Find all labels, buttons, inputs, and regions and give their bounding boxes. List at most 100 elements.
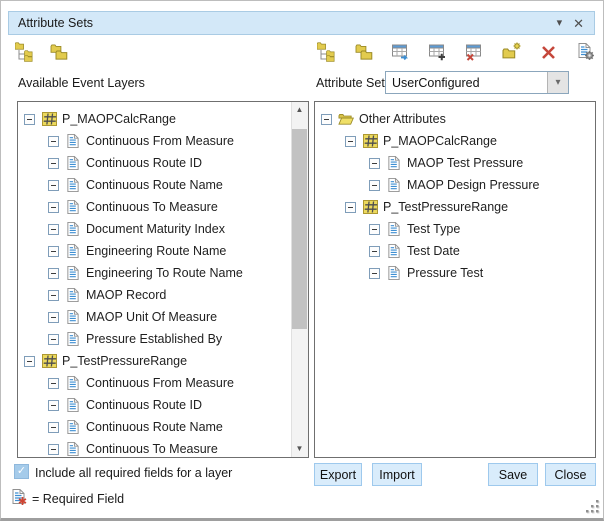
- dropdown-arrow-icon[interactable]: ▾: [547, 72, 568, 93]
- tree-item[interactable]: Continuous From Measure: [18, 372, 291, 394]
- folders-icon[interactable]: [354, 42, 374, 62]
- folder-new-icon[interactable]: [502, 42, 522, 62]
- tree-item[interactable]: Continuous From Measure: [18, 130, 291, 152]
- close-icon[interactable]: ✕: [573, 17, 584, 30]
- collapse-expander-icon[interactable]: [48, 224, 59, 235]
- collapse-expander-icon[interactable]: [369, 224, 380, 235]
- titlebar-controls: ▾ ✕: [557, 17, 594, 30]
- available-event-layers-label: Available Event Layers: [18, 76, 145, 90]
- tree-item-label[interactable]: Continuous Route ID: [86, 156, 202, 170]
- tree-item-label[interactable]: Test Date: [407, 244, 460, 258]
- titlebar[interactable]: Attribute Sets ▾ ✕: [8, 11, 595, 35]
- collapse-expander-icon[interactable]: [369, 158, 380, 169]
- tree-item[interactable]: P_TestPressureRange: [315, 196, 595, 218]
- table-export-icon[interactable]: [391, 42, 411, 62]
- scrollbar-thumb[interactable]: [292, 129, 307, 329]
- tree-item[interactable]: Other Attributes: [315, 108, 595, 130]
- collapse-expander-icon[interactable]: [369, 268, 380, 279]
- table-delete-icon[interactable]: [465, 42, 485, 62]
- tree-item-label[interactable]: Pressure Established By: [86, 332, 222, 346]
- include-required-fields-checkbox[interactable]: ✓: [14, 464, 29, 479]
- table-add-icon[interactable]: [428, 42, 448, 62]
- collapse-expander-icon[interactable]: [48, 378, 59, 389]
- collapse-expander-icon[interactable]: [48, 334, 59, 345]
- tree-item-label[interactable]: Continuous To Measure: [86, 442, 218, 456]
- collapse-expander-icon[interactable]: [48, 202, 59, 213]
- tree-item[interactable]: P_MAOPCalcRange: [18, 108, 291, 130]
- tree-item[interactable]: Continuous To Measure: [18, 438, 291, 458]
- tree-item[interactable]: Engineering Route Name: [18, 240, 291, 262]
- collapse-expander-icon[interactable]: [48, 246, 59, 257]
- tree-item-label[interactable]: P_TestPressureRange: [62, 354, 187, 368]
- tree-item[interactable]: P_MAOPCalcRange: [315, 130, 595, 152]
- attribute-set-dropdown[interactable]: UserConfigured ▾: [385, 71, 569, 94]
- folders-icon[interactable]: [49, 42, 69, 62]
- available-layers-panel: P_MAOPCalcRange Continuous From Measure Co…: [17, 101, 309, 458]
- tree-item[interactable]: Continuous To Measure: [18, 196, 291, 218]
- tree-item[interactable]: MAOP Design Pressure: [315, 174, 595, 196]
- tree-item-label[interactable]: Document Maturity Index: [86, 222, 225, 236]
- tree-item-label[interactable]: Continuous Route ID: [86, 398, 202, 412]
- tree-item-label[interactable]: MAOP Design Pressure: [407, 178, 539, 192]
- collapse-expander-icon[interactable]: [345, 202, 356, 213]
- tree-item-label[interactable]: P_TestPressureRange: [383, 200, 508, 214]
- tree-item[interactable]: Pressure Test: [315, 262, 595, 284]
- collapse-expander-icon[interactable]: [24, 114, 35, 125]
- export-button[interactable]: Export: [314, 463, 362, 486]
- tree-item-label[interactable]: Engineering Route Name: [86, 244, 226, 258]
- collapse-expander-icon[interactable]: [48, 400, 59, 411]
- collapse-icon[interactable]: ▾: [557, 18, 563, 29]
- tree-item-label[interactable]: MAOP Test Pressure: [407, 156, 523, 170]
- scrollbar[interactable]: ▲ ▼: [291, 102, 308, 457]
- collapse-expander-icon[interactable]: [48, 444, 59, 455]
- tree-item-label[interactable]: P_MAOPCalcRange: [62, 112, 176, 126]
- tree-item-label[interactable]: Continuous From Measure: [86, 376, 234, 390]
- tree-item-label[interactable]: P_MAOPCalcRange: [383, 134, 497, 148]
- tree-item-label[interactable]: MAOP Record: [86, 288, 166, 302]
- tree-item[interactable]: MAOP Unit Of Measure: [18, 306, 291, 328]
- tree-item-label[interactable]: Continuous To Measure: [86, 200, 218, 214]
- save-button[interactable]: Save: [488, 463, 538, 486]
- import-button[interactable]: Import: [372, 463, 422, 486]
- tree-item[interactable]: Continuous Route ID: [18, 152, 291, 174]
- tree-item[interactable]: Continuous Route Name: [18, 174, 291, 196]
- collapse-expander-icon[interactable]: [48, 312, 59, 323]
- collapse-expander-icon[interactable]: [48, 158, 59, 169]
- collapse-expander-icon[interactable]: [369, 246, 380, 257]
- tree-item[interactable]: Document Maturity Index: [18, 218, 291, 240]
- scroll-up-icon[interactable]: ▲: [292, 102, 307, 118]
- tree-item[interactable]: MAOP Test Pressure: [315, 152, 595, 174]
- tree-item-label[interactable]: Continuous From Measure: [86, 134, 234, 148]
- collapse-expander-icon[interactable]: [48, 136, 59, 147]
- collapse-expander-icon[interactable]: [24, 356, 35, 367]
- collapse-expander-icon[interactable]: [48, 268, 59, 279]
- collapse-expander-icon[interactable]: [369, 180, 380, 191]
- layer-tree-icon[interactable]: [15, 42, 35, 62]
- tree-item-label[interactable]: Test Type: [407, 222, 460, 236]
- close-button[interactable]: Close: [545, 463, 596, 486]
- tree-item-label[interactable]: Continuous Route Name: [86, 178, 223, 192]
- tree-item[interactable]: Continuous Route Name: [18, 416, 291, 438]
- tree-item[interactable]: P_TestPressureRange: [18, 350, 291, 372]
- collapse-expander-icon[interactable]: [48, 180, 59, 191]
- scroll-down-icon[interactable]: ▼: [292, 441, 307, 457]
- tree-item-label[interactable]: MAOP Unit Of Measure: [86, 310, 217, 324]
- collapse-expander-icon[interactable]: [321, 114, 332, 125]
- remove-icon[interactable]: [539, 42, 559, 62]
- tree-item-label[interactable]: Continuous Route Name: [86, 420, 223, 434]
- tree-item[interactable]: MAOP Record: [18, 284, 291, 306]
- file-configure-icon[interactable]: [576, 42, 596, 62]
- tree-item[interactable]: Continuous Route ID: [18, 394, 291, 416]
- collapse-expander-icon[interactable]: [48, 422, 59, 433]
- tree-item-label[interactable]: Engineering To Route Name: [86, 266, 243, 280]
- layer-tree-icon[interactable]: [317, 42, 337, 62]
- tree-item-label[interactable]: Pressure Test: [407, 266, 483, 280]
- tree-item[interactable]: Pressure Established By: [18, 328, 291, 350]
- resize-grip-icon[interactable]: [586, 500, 600, 514]
- collapse-expander-icon[interactable]: [345, 136, 356, 147]
- tree-item[interactable]: Engineering To Route Name: [18, 262, 291, 284]
- collapse-expander-icon[interactable]: [48, 290, 59, 301]
- tree-item-label[interactable]: Other Attributes: [359, 112, 446, 126]
- tree-item[interactable]: Test Date: [315, 240, 595, 262]
- tree-item[interactable]: Test Type: [315, 218, 595, 240]
